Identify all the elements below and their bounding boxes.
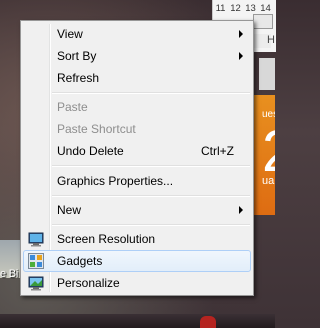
submenu-arrow-icon <box>239 30 243 38</box>
menu-separator <box>52 92 250 94</box>
menu-item-screen-resolution[interactable]: Screen Resolution <box>23 228 251 250</box>
calendar-selected-cell <box>253 14 273 29</box>
menu-separator <box>52 165 250 167</box>
menu-item-shortcut: Ctrl+Z <box>201 144 234 158</box>
menu-item-label: Paste Shortcut <box>57 122 136 136</box>
menu-separator <box>52 224 250 226</box>
menu-item-personalize[interactable]: Personalize <box>23 272 251 294</box>
calendar-day: 14 <box>260 3 271 14</box>
submenu-arrow-icon <box>239 206 243 214</box>
taskbar[interactable] <box>0 314 275 328</box>
calendar-row2-text: H <box>267 34 275 46</box>
gadget-sliver <box>259 58 275 90</box>
calendar-day: 11 <box>215 3 226 14</box>
menu-item-refresh[interactable]: Refresh <box>23 67 251 89</box>
submenu-arrow-icon <box>239 52 243 60</box>
menu-item-label: View <box>57 27 83 41</box>
gadgets-icon <box>28 253 44 269</box>
taskbar-app-icon[interactable] <box>200 316 216 328</box>
menu-item-label: Paste <box>57 100 88 114</box>
menu-item-label: Graphics Properties... <box>57 174 174 188</box>
menu-item-label: Screen Resolution <box>57 232 156 246</box>
menu-item-undo-delete[interactable]: Undo Delete Ctrl+Z <box>23 140 251 162</box>
menu-item-view[interactable]: View <box>23 23 251 45</box>
calendar-day: 12 <box>230 3 241 14</box>
menu-item-new[interactable]: New <box>23 199 251 221</box>
date-gadget-month: uar <box>262 175 275 187</box>
menu-separator <box>52 195 250 197</box>
personalize-icon <box>28 275 44 291</box>
menu-item-paste-shortcut[interactable]: Paste Shortcut <box>23 118 251 140</box>
desktop-icon-label[interactable]: e Bi <box>0 268 18 280</box>
menu-item-gadgets[interactable]: Gadgets <box>23 250 251 272</box>
menu-item-label: New <box>57 203 82 217</box>
menu-item-label: Sort By <box>57 49 97 63</box>
screen-resolution-icon <box>28 231 44 247</box>
menu-item-label: Refresh <box>57 71 100 85</box>
menu-item-label: Gadgets <box>57 254 103 268</box>
menu-item-sort-by[interactable]: Sort By <box>23 45 251 67</box>
calendar-day-row: 11 12 13 14 <box>213 0 273 14</box>
menu-item-paste[interactable]: Paste <box>23 96 251 118</box>
menu-item-graphics-properties[interactable]: Graphics Properties... <box>23 170 251 192</box>
menu-item-label: Undo Delete <box>57 144 124 158</box>
context-menu: View Sort By Refresh Paste Paste Shortcu… <box>20 20 254 296</box>
date-gadget-number: 2 <box>262 123 275 181</box>
menu-item-label: Personalize <box>57 276 120 290</box>
calendar-day: 13 <box>245 3 256 14</box>
